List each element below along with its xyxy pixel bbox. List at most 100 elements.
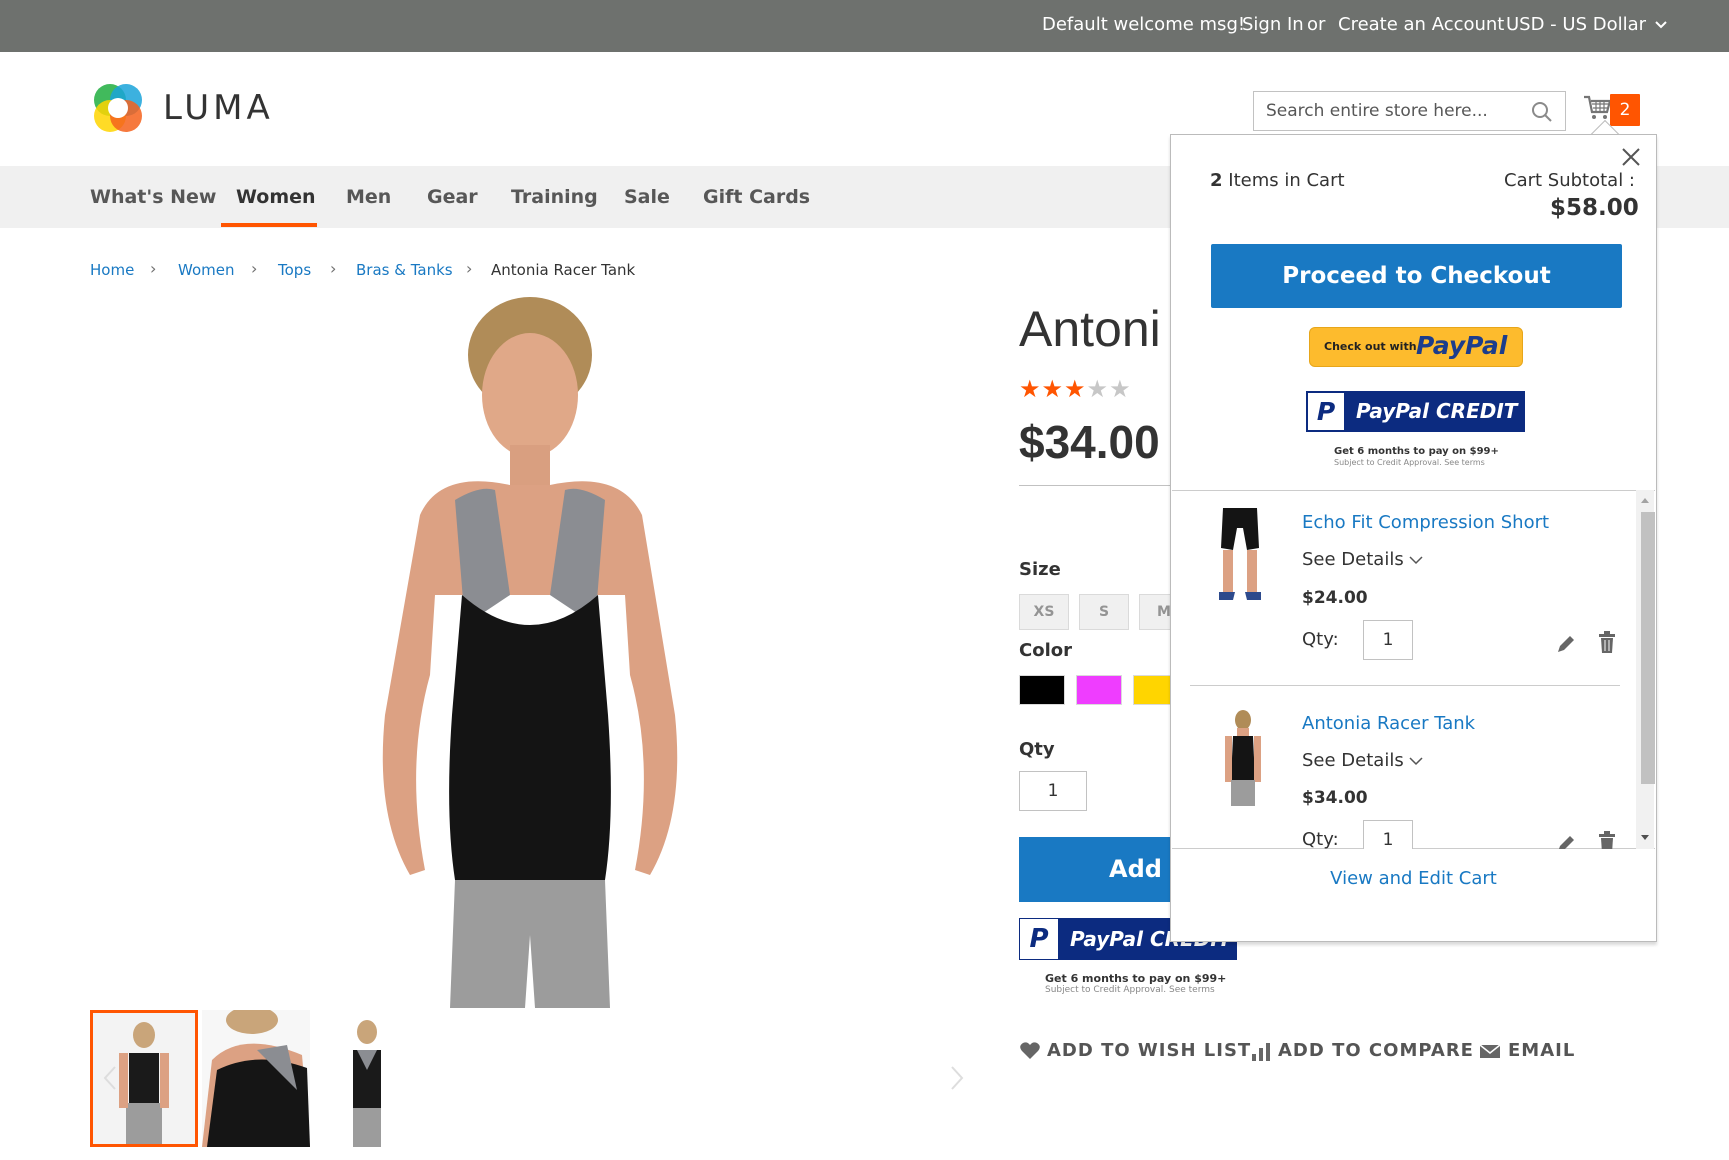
view-and-edit-cart-link[interactable]: View and Edit Cart (1170, 868, 1657, 889)
nav-item-training[interactable]: Training (511, 186, 598, 208)
thumbnail-image (313, 1010, 421, 1147)
shopping-cart-icon[interactable] (1583, 92, 1613, 122)
star-filled-icon: ★ (1064, 375, 1087, 403)
paypal-brand: PayPal (1416, 331, 1508, 360)
subtotal-value: $58.00 (1550, 195, 1639, 221)
scroll-up-icon[interactable] (1640, 496, 1650, 504)
size-option-xs[interactable]: XS (1019, 594, 1069, 630)
see-details-label: See Details (1302, 549, 1404, 570)
luma-logo-text[interactable]: LUMA (163, 88, 274, 128)
nav-item-sale[interactable]: Sale (624, 186, 670, 208)
cart-item-name[interactable]: Echo Fit Compression Short (1302, 512, 1549, 533)
star-empty-icon: ★ (1086, 375, 1110, 403)
compare-chart-icon[interactable] (1250, 1040, 1272, 1062)
search-input[interactable] (1254, 92, 1524, 130)
paypal-credit-terms[interactable]: Subject to Credit Approval. See terms (1334, 458, 1485, 467)
product-title: Antoni (1019, 301, 1161, 357)
welcome-message: Default welcome msg! (1042, 14, 1246, 35)
chevron-right-icon: › (251, 259, 258, 278)
paypal-checkout-prefix: Check out with (1324, 340, 1417, 353)
chevron-left-icon[interactable] (103, 1065, 117, 1091)
paypal-p-icon: P (1020, 919, 1058, 959)
cart-item-thumbnail[interactable] (1220, 710, 1266, 806)
product-main-image[interactable] (90, 295, 970, 1008)
cart-item-name[interactable]: Antonia Racer Tank (1302, 713, 1475, 734)
chevron-down-icon (1655, 21, 1667, 29)
currency-label: USD - US Dollar (1506, 14, 1647, 35)
add-to-compare-link[interactable]: ADD TO COMPARE (1278, 1040, 1474, 1061)
close-icon[interactable] (1620, 146, 1642, 168)
rating-stars[interactable]: ★★★★★ (1019, 375, 1132, 403)
edit-pencil-icon[interactable] (1554, 832, 1576, 849)
breadcrumb-women[interactable]: Women (178, 261, 234, 279)
email-envelope-icon[interactable] (1479, 1040, 1501, 1062)
or-text: or (1307, 14, 1326, 35)
nav-item-gear[interactable]: Gear (427, 186, 478, 208)
luma-logo-icon[interactable] (90, 80, 146, 136)
cart-item-qty-label: Qty: (1302, 829, 1339, 849)
heart-icon[interactable] (1019, 1040, 1041, 1062)
create-account-link[interactable]: Create an Account (1338, 14, 1504, 35)
paypal-credit-terms[interactable]: Subject to Credit Approval. See terms (1045, 985, 1215, 995)
chevron-right-icon[interactable] (950, 1065, 964, 1091)
see-details-toggle[interactable]: See Details (1302, 549, 1423, 570)
nav-item-whats-new[interactable]: What's New (90, 186, 216, 208)
breadcrumb-home[interactable]: Home (90, 261, 134, 279)
breadcrumb-current: Antonia Racer Tank (491, 261, 636, 279)
divider (1190, 685, 1620, 686)
chevron-right-icon: › (150, 259, 157, 278)
chevron-down-icon (1409, 556, 1423, 565)
product-thumbnail-back[interactable] (313, 1010, 421, 1147)
cart-item-qty-input[interactable]: 1 (1363, 620, 1413, 660)
search-icon[interactable] (1531, 101, 1553, 123)
proceed-to-checkout-button[interactable]: Proceed to Checkout (1211, 244, 1622, 308)
size-option-s[interactable]: S (1079, 594, 1129, 630)
product-thumbnail-closeup[interactable] (202, 1010, 310, 1147)
star-filled-icon: ★ (1019, 375, 1042, 403)
trash-icon[interactable] (1596, 630, 1618, 654)
star-filled-icon: ★ (1041, 375, 1065, 403)
nav-item-women[interactable]: Women (236, 186, 316, 208)
top-bar: Default welcome msg! Sign In or Create a… (0, 0, 1729, 52)
product-price: $34.00 (1019, 416, 1160, 468)
nav-item-men[interactable]: Men (346, 186, 391, 208)
divider (1019, 485, 1179, 486)
see-details-toggle[interactable]: See Details (1302, 750, 1423, 771)
sign-in-link[interactable]: Sign In (1242, 14, 1304, 35)
paypal-p-icon: P (1308, 393, 1344, 430)
cart-item-thumbnail[interactable] (1215, 508, 1265, 604)
qty-label: Qty (1019, 739, 1055, 760)
paypal-credit-note: Get 6 months to pay on $99+ (1045, 972, 1227, 985)
nav-item-gift-cards[interactable]: Gift Cards (703, 186, 810, 208)
paypal-credit-label: PayPal CREDIT (1356, 399, 1518, 423)
breadcrumb-tops[interactable]: Tops (278, 261, 311, 279)
cart-item-price: $24.00 (1302, 588, 1368, 608)
product-photo-illustration (382, 297, 678, 1008)
color-swatch-purple[interactable] (1076, 675, 1122, 705)
paypal-credit-button[interactable]: P PayPal CREDIT (1306, 391, 1525, 432)
cart-count-badge[interactable]: 2 (1610, 94, 1640, 126)
size-label: Size (1019, 559, 1061, 580)
edit-pencil-icon[interactable] (1554, 632, 1576, 656)
chevron-right-icon: › (330, 259, 337, 278)
items-count-number: 2 (1210, 170, 1223, 191)
scroll-down-icon[interactable] (1640, 834, 1650, 842)
paypal-checkout-button[interactable]: Check out with PayPal (1309, 327, 1523, 367)
star-empty-icon: ★ (1109, 375, 1132, 403)
email-link[interactable]: EMAIL (1508, 1040, 1575, 1061)
cart-item-qty-row: Qty: 1 (1172, 800, 1634, 849)
trash-icon[interactable] (1596, 830, 1618, 849)
breadcrumb-bras-tanks[interactable]: Bras & Tanks (356, 261, 453, 279)
cart-item-qty-input[interactable]: 1 (1363, 820, 1413, 849)
scrollbar-thumb[interactable] (1641, 512, 1655, 784)
subtotal-label: Cart Subtotal : (1504, 170, 1635, 191)
search-box[interactable] (1253, 91, 1566, 131)
see-details-label: See Details (1302, 750, 1404, 771)
color-swatch-black[interactable] (1019, 675, 1065, 705)
items-count-label: Items in Cart (1228, 170, 1345, 191)
color-label: Color (1019, 640, 1072, 661)
add-to-wishlist-link[interactable]: ADD TO WISH LIST (1047, 1040, 1251, 1061)
paypal-credit-note: Get 6 months to pay on $99+ (1334, 446, 1499, 457)
qty-input[interactable]: 1 (1019, 771, 1087, 811)
currency-switcher[interactable]: USD - US Dollar (1506, 14, 1667, 35)
